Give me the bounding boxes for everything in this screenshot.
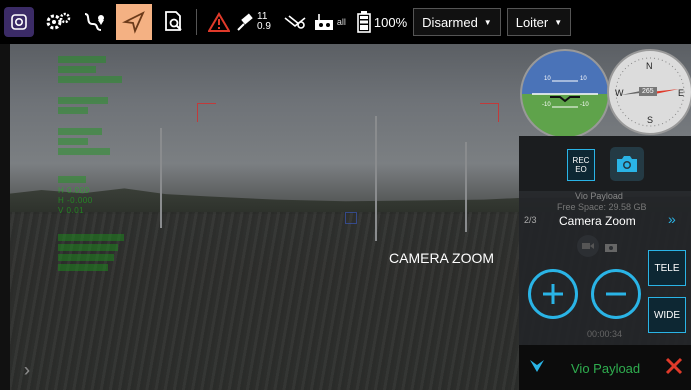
mode-title: Camera Zoom bbox=[559, 214, 636, 228]
warning-icon[interactable] bbox=[203, 6, 235, 38]
light-pole bbox=[160, 128, 162, 228]
minus-icon bbox=[606, 292, 626, 296]
rec-label: REC bbox=[572, 156, 590, 165]
eo-label: EO bbox=[575, 165, 587, 174]
payload-panel-header bbox=[519, 136, 691, 191]
mode-page-indicator: 2/3 bbox=[524, 215, 537, 225]
left-edge-bar bbox=[0, 44, 10, 390]
pitch-mark: 10 bbox=[544, 76, 551, 82]
telemetry-link-icon[interactable] bbox=[279, 6, 311, 38]
wide-button[interactable]: WIDE bbox=[648, 297, 686, 333]
arm-state-value: Disarmed bbox=[422, 14, 478, 30]
hud-block bbox=[58, 128, 102, 135]
zoom-out-button[interactable] bbox=[591, 269, 641, 319]
footer-payload-title: Vio Payload bbox=[571, 361, 641, 376]
payload-panel-footer: Vio Payload bbox=[519, 345, 691, 390]
reticle-corner bbox=[480, 103, 499, 122]
camera-icon bbox=[617, 156, 637, 172]
gps-hdop: 0.9 bbox=[257, 21, 271, 32]
photo-capture-button[interactable] bbox=[610, 147, 644, 181]
gps-satellite-icon[interactable] bbox=[235, 6, 257, 38]
flight-mode-value: Loiter bbox=[515, 14, 549, 30]
rc-remote-icon[interactable] bbox=[311, 6, 337, 38]
hud-block bbox=[58, 148, 110, 155]
hud-readout: H 0.000 bbox=[58, 186, 90, 195]
settings-gears-icon[interactable] bbox=[42, 6, 74, 38]
next-mode-icon[interactable]: » bbox=[668, 211, 676, 227]
arm-state-dropdown[interactable]: Disarmed ▼ bbox=[413, 8, 501, 36]
hud-block bbox=[58, 244, 118, 251]
battery-percent: 100% bbox=[373, 14, 408, 30]
compass-west: W bbox=[615, 88, 624, 98]
hud-block bbox=[58, 76, 122, 83]
app-logo-icon[interactable] bbox=[4, 7, 34, 37]
chevron-down-icon: ▼ bbox=[483, 17, 492, 27]
reticle-center bbox=[345, 212, 357, 224]
analyze-icon[interactable] bbox=[158, 6, 190, 38]
timer-label: 00:00:34 bbox=[587, 329, 623, 339]
record-eo-button[interactable]: REC EO bbox=[567, 149, 595, 181]
video-mode-icon[interactable] bbox=[577, 235, 599, 257]
hud-block bbox=[58, 176, 86, 183]
battery-icon[interactable] bbox=[354, 6, 374, 38]
hud-block bbox=[58, 138, 88, 145]
compass-north: N bbox=[646, 61, 653, 71]
plan-route-icon[interactable] bbox=[78, 6, 110, 38]
camera-zoom-label: CAMERA ZOOM bbox=[389, 250, 495, 266]
pitch-mark: -10 bbox=[542, 102, 551, 108]
attitude-indicator: 10 10 -10 -10 bbox=[520, 49, 610, 139]
close-panel-icon[interactable] bbox=[665, 357, 683, 380]
tele-button[interactable]: TELE bbox=[648, 250, 686, 286]
hud-block bbox=[58, 264, 108, 271]
hud-block bbox=[58, 234, 124, 241]
pitch-mark: -10 bbox=[580, 102, 589, 108]
zoom-in-button[interactable] bbox=[528, 269, 578, 319]
rc-signal-label: all bbox=[336, 17, 346, 27]
compass-east: E bbox=[678, 88, 685, 98]
hud-readout: H -0.000 bbox=[58, 196, 93, 205]
compass-indicator: N E S W 265 bbox=[607, 49, 691, 135]
compass-south: S bbox=[647, 115, 654, 125]
pitch-mark: 10 bbox=[580, 76, 587, 82]
hud-block bbox=[58, 66, 96, 73]
flight-mode-dropdown[interactable]: Loiter ▼ bbox=[506, 8, 572, 36]
collapse-panel-icon[interactable] bbox=[529, 359, 545, 378]
photo-mode-icon[interactable] bbox=[605, 239, 617, 257]
gps-status: 11 0.9 bbox=[257, 12, 271, 32]
toolbar-divider bbox=[196, 9, 197, 35]
light-pole bbox=[375, 116, 377, 241]
free-space-label: Free Space: 29.58 GB bbox=[557, 202, 647, 212]
reticle-corner bbox=[197, 103, 216, 122]
hud-block bbox=[58, 107, 88, 114]
chevron-down-icon: ▼ bbox=[554, 17, 563, 27]
payload-title: Vio Payload bbox=[575, 191, 623, 201]
top-toolbar: 11 0.9 all 100% Disarmed ▼ Loiter ▼ bbox=[0, 0, 691, 44]
hud-block bbox=[58, 97, 108, 104]
light-pole bbox=[465, 142, 467, 232]
fly-view-icon[interactable] bbox=[116, 4, 152, 40]
plus-icon bbox=[543, 284, 563, 304]
hud-block bbox=[58, 254, 114, 261]
heading-readout: 265 bbox=[639, 87, 657, 96]
hud-block bbox=[58, 56, 106, 63]
hud-readout: V 0.01 bbox=[58, 206, 85, 215]
